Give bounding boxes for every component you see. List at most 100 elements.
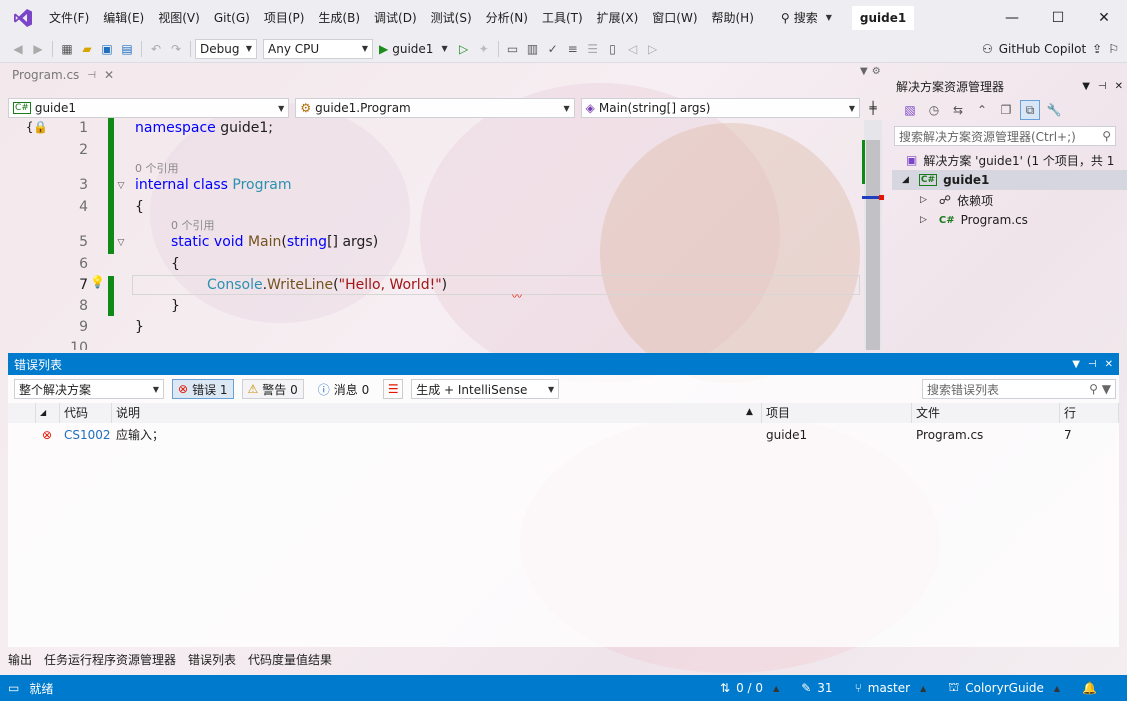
tree-item-solution[interactable]: ▣ 解决方案 'guide1' (1 个项目，共 1 bbox=[892, 150, 1127, 170]
collapsed-arrow-icon[interactable]: ▷ bbox=[920, 195, 927, 205]
maximize-button[interactable]: ☐ bbox=[1035, 0, 1081, 35]
menu-help[interactable]: 帮助(H) bbox=[705, 6, 761, 30]
chevron-down-icon[interactable]: ▼ bbox=[1082, 81, 1090, 92]
back-icon[interactable]: ◀ bbox=[8, 39, 28, 59]
table-header-file[interactable]: 文件 bbox=[912, 403, 1060, 423]
error-scope-dropdown[interactable]: 整个解决方案 ▼ bbox=[14, 379, 164, 399]
feedback-icon[interactable]: ⚐ bbox=[1108, 42, 1119, 56]
undo-icon[interactable]: ↶ bbox=[146, 39, 166, 59]
gear-icon[interactable]: ⚙ bbox=[872, 66, 881, 86]
menu-debug[interactable]: 调试(D) bbox=[367, 6, 424, 30]
table-header-line[interactable]: 行 bbox=[1060, 403, 1119, 423]
errors-filter-button[interactable]: ⊗ 错误 1 bbox=[172, 379, 234, 399]
project-dropdown[interactable]: C# guide1 ▼ bbox=[8, 98, 290, 118]
messages-filter-button[interactable]: ⓘ 消息 0 bbox=[312, 379, 375, 399]
menu-window[interactable]: 窗口(W) bbox=[645, 6, 704, 30]
code-editor[interactable]: {🔒 bbox=[0, 120, 860, 350]
menu-file[interactable]: 文件(F) bbox=[42, 6, 96, 30]
table-header-selector[interactable]: ◢ bbox=[36, 403, 60, 423]
tree-item-dependencies[interactable]: ▷ ☍ 依赖项 bbox=[892, 190, 1127, 210]
filter-list-icon[interactable]: ☰ bbox=[383, 379, 404, 399]
configuration-dropdown[interactable]: Debug ▼ bbox=[195, 38, 257, 59]
menu-git[interactable]: Git(G) bbox=[207, 6, 257, 30]
github-copilot-button[interactable]: ⚇ GitHub Copilot ⇪ ⚐ bbox=[982, 42, 1127, 56]
menu-view[interactable]: 视图(V) bbox=[151, 6, 207, 30]
format-icon[interactable]: ≡ bbox=[563, 39, 583, 59]
next-bookmark-icon[interactable]: ▷ bbox=[643, 39, 663, 59]
forward-icon[interactable]: ▶ bbox=[28, 39, 48, 59]
track-active-icon[interactable]: ⧉ bbox=[1020, 100, 1040, 120]
close-tab-icon[interactable]: ✕ bbox=[104, 68, 114, 82]
branch-selector[interactable]: ⑂ master ▲ bbox=[855, 681, 927, 695]
start-debugging-button[interactable]: ▶ guide1 ▼ bbox=[373, 39, 454, 59]
tree-item-project[interactable]: ◢ C# guide1 bbox=[892, 170, 1127, 190]
error-search-input[interactable]: 搜索错误列表 ⚲ ▼ bbox=[922, 379, 1116, 399]
collapse-icon[interactable]: ▽ bbox=[116, 181, 126, 191]
start-without-debugging-icon[interactable]: ▷ bbox=[454, 39, 474, 59]
collapse-icon[interactable]: ▽ bbox=[116, 238, 126, 248]
repository-selector[interactable]: ⛫ ColoryrGuide ▲ bbox=[948, 680, 1060, 696]
show-all-files-icon[interactable]: ❐ bbox=[996, 100, 1016, 120]
pin-icon[interactable]: ⊣ bbox=[1098, 81, 1107, 92]
notification-panel-icon[interactable]: ▭ bbox=[8, 681, 19, 695]
history-icon[interactable]: ◷ bbox=[924, 100, 944, 120]
class-dropdown[interactable]: ⚙ guide1.Program ▼ bbox=[295, 98, 575, 118]
new-project-icon[interactable]: ▦ bbox=[57, 39, 77, 59]
visual-studio-logo-icon[interactable] bbox=[12, 7, 34, 29]
tab-task-runner[interactable]: 任务运行程序资源管理器 bbox=[44, 651, 176, 668]
prev-bookmark-icon[interactable]: ◁ bbox=[623, 39, 643, 59]
share-icon[interactable]: ⇪ bbox=[1092, 42, 1102, 56]
sync-icon[interactable]: ⇆ bbox=[948, 100, 968, 120]
solution-search-input[interactable]: 搜索解决方案资源管理器(Ctrl+;) ⚲ bbox=[894, 126, 1116, 146]
sync-status[interactable]: ⇅ 0 / 0 ▲ bbox=[720, 681, 779, 695]
layout-icon[interactable]: ▥ bbox=[523, 39, 543, 59]
menu-build[interactable]: 生成(B) bbox=[311, 6, 367, 30]
document-tab[interactable]: Program.cs ⊣ ✕ bbox=[0, 63, 888, 87]
menu-extensions[interactable]: 扩展(X) bbox=[590, 6, 646, 30]
pin-icon[interactable]: ⊣ bbox=[87, 70, 96, 81]
pending-changes[interactable]: ✎ 31 bbox=[801, 681, 832, 695]
pin-icon[interactable]: ⊣ bbox=[1088, 359, 1097, 370]
menu-project[interactable]: 项目(P) bbox=[257, 6, 312, 30]
properties-wrench-icon[interactable]: 🔧 bbox=[1044, 100, 1064, 120]
menu-test[interactable]: 测试(S) bbox=[424, 6, 479, 30]
redo-icon[interactable]: ↷ bbox=[166, 39, 186, 59]
chevron-down-icon[interactable]: ▼ bbox=[860, 66, 868, 86]
open-folder-icon[interactable]: ▰ bbox=[77, 39, 97, 59]
platform-dropdown[interactable]: Any CPU ▼ bbox=[263, 38, 373, 59]
scrollbar-thumb[interactable] bbox=[866, 140, 880, 350]
browse-icon[interactable]: ▭ bbox=[503, 39, 523, 59]
codelens-references[interactable]: 0 个引用 bbox=[135, 160, 179, 176]
lightbulb-icon[interactable]: 💡 bbox=[90, 275, 105, 289]
table-header-project[interactable]: 项目 bbox=[762, 403, 912, 423]
chevron-down-icon[interactable]: ▼ bbox=[1072, 359, 1080, 370]
menu-edit[interactable]: 编辑(E) bbox=[96, 6, 151, 30]
collapsed-arrow-icon[interactable]: ▷ bbox=[920, 215, 927, 225]
table-header-code[interactable]: 代码 bbox=[60, 403, 112, 423]
close-icon[interactable]: ✕ bbox=[1105, 359, 1113, 370]
expanded-arrow-icon[interactable]: ◢ bbox=[902, 175, 909, 185]
warnings-filter-button[interactable]: ⚠ 警告 0 bbox=[241, 379, 304, 399]
close-icon[interactable]: ✕ bbox=[1115, 81, 1123, 92]
tree-item-file[interactable]: ▷ C# Program.cs bbox=[892, 210, 1127, 230]
vs-switch-view-icon[interactable]: ▧ bbox=[900, 100, 920, 120]
error-code-link[interactable]: CS1002 bbox=[60, 425, 111, 445]
save-icon[interactable]: ▣ bbox=[97, 39, 117, 59]
bookmark-icon[interactable]: ▯ bbox=[603, 39, 623, 59]
close-button[interactable]: ✕ bbox=[1081, 0, 1127, 35]
search-menu[interactable]: ⚲ 搜索 ▼ bbox=[775, 6, 838, 30]
minimize-button[interactable]: — bbox=[989, 0, 1035, 35]
collapse-all-icon[interactable]: ⌃ bbox=[972, 100, 992, 120]
menu-analyze[interactable]: 分析(N) bbox=[479, 6, 535, 30]
tab-output[interactable]: 输出 bbox=[8, 651, 32, 668]
table-row[interactable]: ⊗ CS1002 应输入； guide1 Program.cs 7 bbox=[8, 425, 1119, 447]
codelens-references[interactable]: 0 个引用 bbox=[171, 217, 215, 233]
notifications-button[interactable]: 🔔 bbox=[1082, 681, 1097, 695]
hot-reload-icon[interactable]: ✦ bbox=[474, 39, 494, 59]
spell-check-icon[interactable]: ✓ bbox=[543, 39, 563, 59]
tab-error-list[interactable]: 错误列表 bbox=[188, 651, 236, 668]
save-all-icon[interactable]: ▤ bbox=[117, 39, 137, 59]
comment-icon[interactable]: ☰ bbox=[583, 39, 603, 59]
build-filter-dropdown[interactable]: 生成 + IntelliSense ▼ bbox=[411, 379, 560, 399]
table-header-description[interactable]: 说明 bbox=[112, 403, 762, 423]
